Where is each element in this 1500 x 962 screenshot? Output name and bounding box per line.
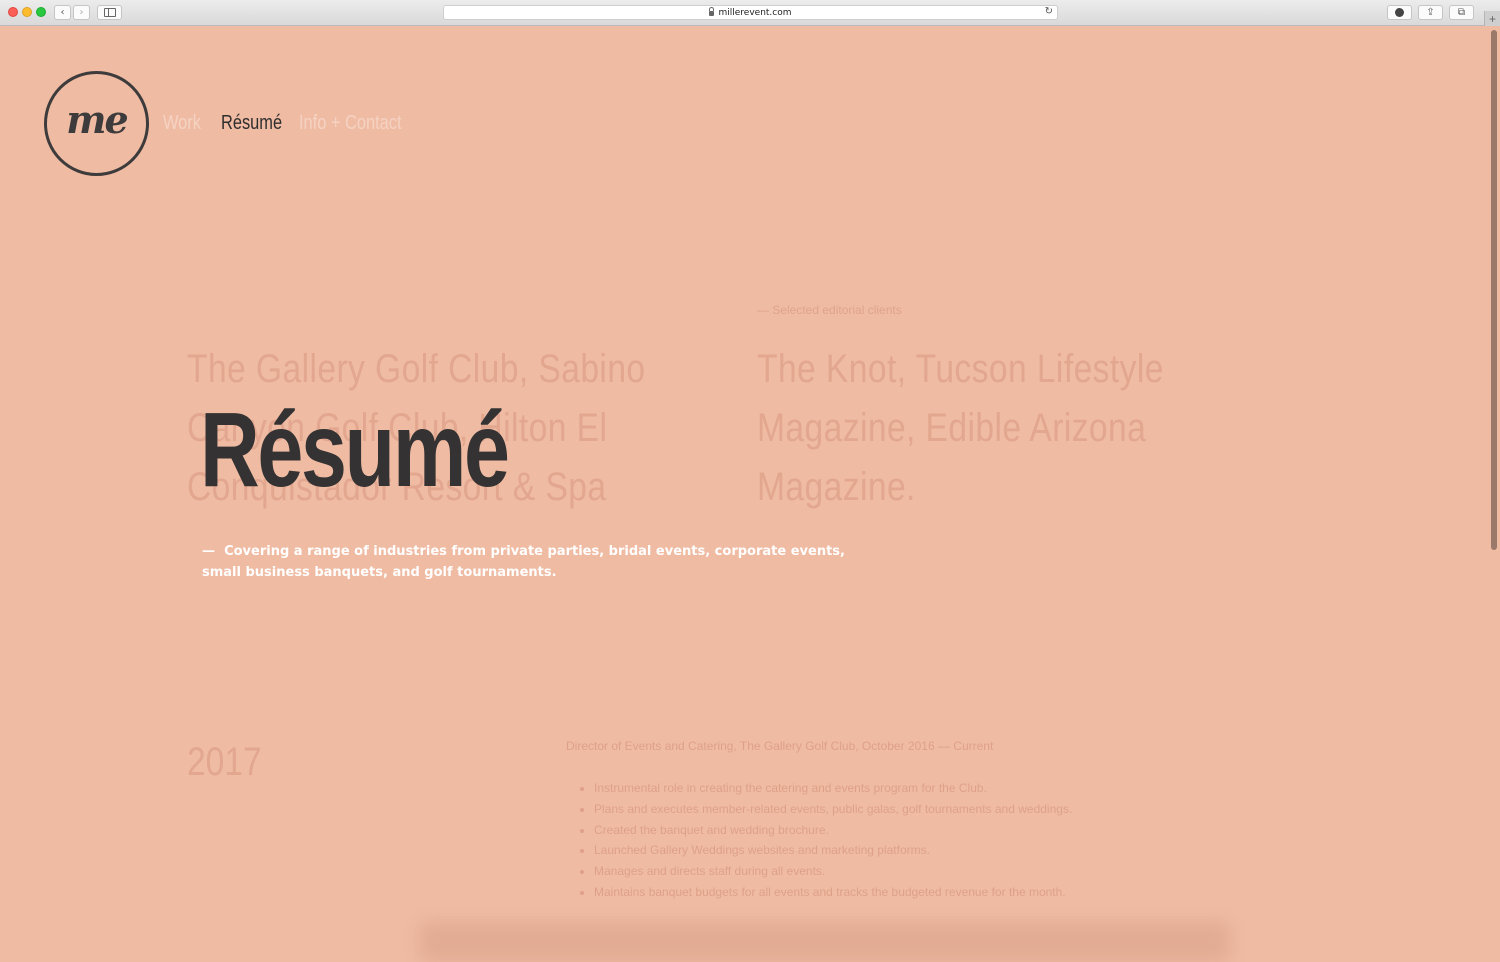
editorial-clients-label: — Selected editorial clients — [757, 303, 902, 317]
downloads-button[interactable] — [1387, 5, 1412, 20]
address-bar[interactable]: millerevent.com ↻ — [443, 5, 1058, 20]
nav-work-link[interactable]: Work — [163, 112, 211, 135]
url-text: millerevent.com — [718, 7, 792, 18]
resume-year: 2017 — [187, 740, 262, 784]
editorial-clients-list: The Knot, Tucson Lifestyle Magazine, Edi… — [757, 347, 1164, 509]
lock-icon — [709, 7, 715, 16]
sidebar-toggle-button[interactable] — [97, 5, 122, 20]
main-nav: Work Résumé Info + Contact — [163, 112, 424, 135]
chevron-left-icon: ‹ — [60, 7, 65, 18]
tabs-overview-button[interactable]: ⧉ — [1449, 5, 1474, 20]
page-subtitle: — Covering a range of industries from pr… — [202, 541, 862, 583]
subtitle-dash: — — [202, 544, 215, 559]
list-item: Launched Gallery Weddings websites and m… — [594, 840, 1072, 861]
back-button[interactable]: ‹ — [54, 5, 71, 20]
logo-text: me — [66, 97, 128, 142]
nav-info-contact-link[interactable]: Info + Contact — [299, 112, 402, 135]
list-item: Plans and executes member-related events… — [594, 799, 1072, 820]
site-logo[interactable]: me — [44, 71, 149, 176]
tabs-icon: ⧉ — [1457, 7, 1466, 18]
forward-button[interactable]: › — [73, 5, 90, 20]
list-item: Created the banquet and wedding brochure… — [594, 820, 1072, 841]
chevron-right-icon: › — [79, 7, 84, 18]
job-title: Director of Events and Catering, The Gal… — [566, 739, 994, 753]
scrollbar-thumb[interactable] — [1491, 30, 1497, 550]
list-item: Instrumental role in creating the cateri… — [594, 778, 1072, 799]
plus-icon: + — [1488, 11, 1496, 26]
share-button[interactable]: ⇪ — [1418, 5, 1443, 20]
card-shadow — [420, 922, 1230, 962]
zoom-window-button[interactable] — [36, 7, 46, 17]
page-title: Résumé — [200, 391, 510, 509]
nav-resume-link[interactable]: Résumé — [221, 112, 285, 135]
subtitle-text: Covering a range of industries from priv… — [202, 544, 845, 580]
reload-icon[interactable]: ↻ — [1045, 6, 1053, 17]
download-icon — [1395, 8, 1404, 17]
new-tab-button[interactable]: + — [1484, 11, 1500, 26]
scrollbar[interactable] — [1488, 26, 1500, 935]
job-duties-list: Instrumental role in creating the cateri… — [580, 778, 1072, 903]
share-icon: ⇪ — [1426, 7, 1435, 18]
sidebar-icon — [103, 8, 116, 17]
close-window-button[interactable] — [8, 7, 18, 17]
list-item: Maintains banquet budgets for all events… — [594, 882, 1072, 903]
list-item: Manages and directs staff during all eve… — [594, 861, 1072, 882]
browser-toolbar: ‹ › millerevent.com ↻ ⇪ ⧉ + — [0, 0, 1500, 26]
minimize-window-button[interactable] — [22, 7, 32, 17]
